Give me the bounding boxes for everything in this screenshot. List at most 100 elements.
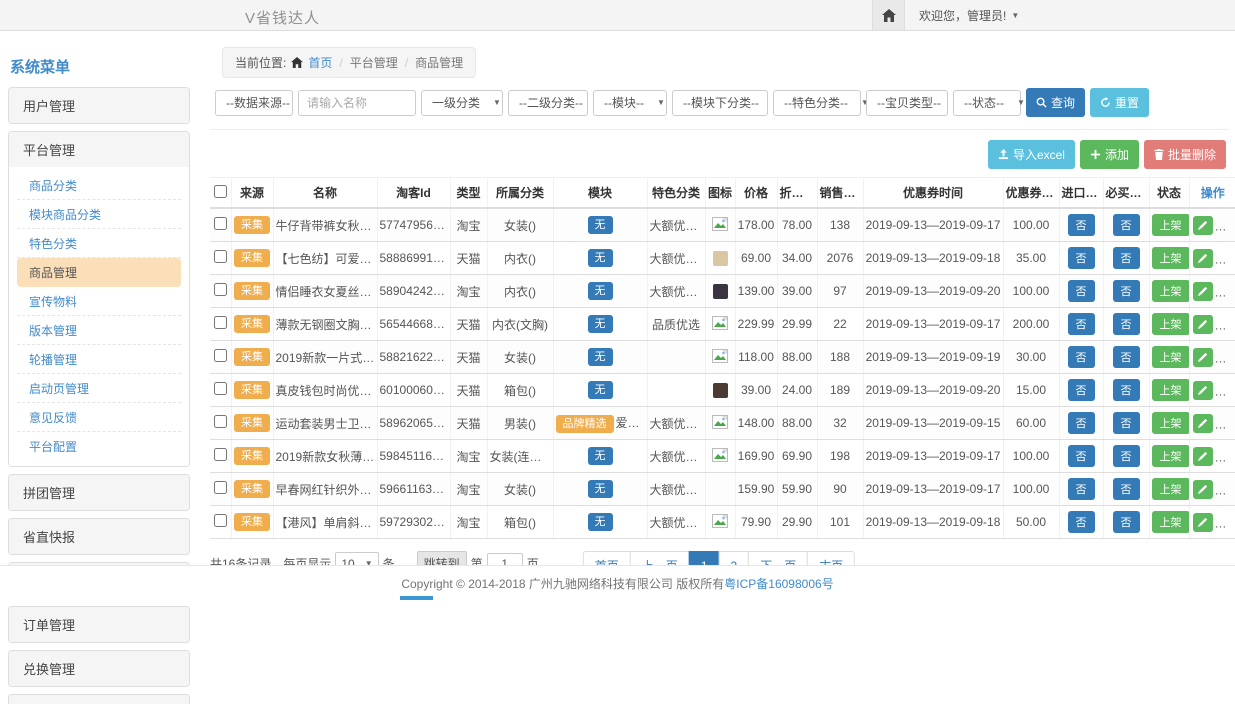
import-toggle-button[interactable]: 否 [1068,445,1095,467]
edit-button[interactable] [1193,216,1213,235]
edit-button[interactable] [1193,381,1213,400]
edit-button[interactable] [1193,480,1213,499]
column-header: 状态 [1149,178,1189,209]
category-cell: 箱包() [487,374,553,407]
edit-button[interactable] [1193,315,1213,334]
must-buy-toggle-button[interactable]: 否 [1113,280,1140,302]
status-select[interactable]: --状态--▼ [953,90,1021,116]
sidebar-section: 兑换管理 [8,650,190,687]
level1-category-select[interactable]: 一级分类▼ [421,90,503,116]
must-buy-toggle-button[interactable]: 否 [1113,247,1140,269]
row-checkbox[interactable] [214,481,227,494]
sidebar-item-0[interactable]: 用户管理 [9,88,189,123]
edit-button[interactable] [1193,348,1213,367]
sidebar-item-1[interactable]: 平台管理 [9,132,189,167]
price-cell: 159.90 [735,473,777,506]
sidebar-item-5[interactable]: 订单管理 [9,607,189,642]
price-cell: 229.99 [735,308,777,341]
taoke-id-cell: 589042420344 [377,275,450,308]
sidebar-item-2[interactable]: 拼团管理 [9,475,189,510]
import-toggle-button[interactable]: 否 [1068,511,1095,533]
sidebar-subitem[interactable]: 轮播管理 [17,345,181,374]
sales-cell: 90 [817,473,863,506]
status-badge[interactable]: 上架 [1152,214,1190,236]
row-checkbox[interactable] [214,349,227,362]
status-badge[interactable]: 上架 [1152,346,1190,368]
edit-button[interactable] [1193,282,1213,301]
import-toggle-button[interactable]: 否 [1068,379,1095,401]
edit-button[interactable] [1193,513,1213,532]
import-toggle-button[interactable]: 否 [1068,280,1095,302]
sidebar-subitem[interactable]: 商品分类 [17,171,181,200]
sidebar-subitem[interactable]: 平台配置 [17,432,181,460]
must-buy-toggle-button[interactable]: 否 [1113,478,1140,500]
row-checkbox[interactable] [214,217,227,230]
status-badge[interactable]: 上架 [1152,247,1190,269]
must-buy-toggle-button[interactable]: 否 [1113,412,1140,434]
status-badge[interactable]: 上架 [1152,511,1190,533]
import-excel-button[interactable]: 导入excel [988,140,1075,169]
row-checkbox[interactable] [214,250,227,263]
sidebar-item-7[interactable]: 统计管理 [9,695,189,704]
row-checkbox[interactable] [214,382,227,395]
sidebar-subitem[interactable]: 商品管理 [17,258,181,287]
home-button[interactable] [872,0,905,30]
sidebar-subitem[interactable]: 宣传物料 [17,287,181,316]
status-badge[interactable]: 上架 [1152,478,1190,500]
status-badge[interactable]: 上架 [1152,313,1190,335]
search-button[interactable]: 查询 [1026,88,1085,117]
import-toggle-button[interactable]: 否 [1068,313,1095,335]
row-checkbox[interactable] [214,514,227,527]
status-badge[interactable]: 上架 [1152,280,1190,302]
row-checkbox[interactable] [214,448,227,461]
sidebar-item-3[interactable]: 省直快报 [9,519,189,554]
icon-cell [705,341,735,374]
batch-delete-button[interactable]: 批量删除 [1144,140,1226,169]
sidebar-item-6[interactable]: 兑换管理 [9,651,189,686]
select-all-checkbox[interactable] [214,185,227,198]
level2-category-select[interactable]: --二级分类--▼ [508,90,588,116]
edit-button[interactable] [1193,249,1213,268]
module-badge: 无 [588,282,613,300]
status-badge[interactable]: 上架 [1152,379,1190,401]
item-type-select[interactable]: --宝贝类型--▼ [866,90,948,116]
main-content: 当前位置: 首页 / 平台管理 / 商品管理 --数据来源--▼一级分类▼--二… [210,38,1228,581]
name-search-input[interactable] [298,90,416,116]
import-toggle-button[interactable]: 否 [1068,247,1095,269]
status-badge[interactable]: 上架 [1152,445,1190,467]
reset-button[interactable]: 重置 [1090,88,1149,117]
module-cell: 无 [553,341,647,374]
must-buy-toggle-button[interactable]: 否 [1113,313,1140,335]
module-subcategory-select[interactable]: --模块下分类--▼ [672,90,768,116]
row-checkbox[interactable] [214,415,227,428]
import-toggle-button[interactable]: 否 [1068,412,1095,434]
add-button[interactable]: 添加 [1080,140,1139,169]
column-header: 折后价 [777,178,817,209]
edit-button[interactable] [1193,447,1213,466]
row-checkbox[interactable] [214,283,227,296]
sidebar-subitem[interactable]: 意见反馈 [17,403,181,432]
import-toggle-button[interactable]: 否 [1068,478,1095,500]
status-cell: 上架 [1149,407,1189,440]
breadcrumb-home-link[interactable]: 首页 [308,54,332,71]
module-select[interactable]: --模块--▼ [593,90,667,116]
sidebar-subitem[interactable]: 模块商品分类 [17,200,181,229]
feature-category-select[interactable]: --特色分类--▼ [773,90,861,116]
must-buy-toggle-button[interactable]: 否 [1113,445,1140,467]
sidebar-subitem[interactable]: 启动页管理 [17,374,181,403]
edit-button[interactable] [1193,414,1213,433]
sidebar-subitem[interactable]: 特色分类 [17,229,181,258]
sidebar-subitem[interactable]: 版本管理 [17,316,181,345]
import-toggle-button[interactable]: 否 [1068,214,1095,236]
must-buy-toggle-button[interactable]: 否 [1113,379,1140,401]
icp-link[interactable]: 粤ICP备16098006号 [724,575,833,592]
row-checkbox[interactable] [214,316,227,329]
status-badge[interactable]: 上架 [1152,412,1190,434]
must-buy-toggle-button[interactable]: 否 [1113,214,1140,236]
must-buy-toggle-button[interactable]: 否 [1113,511,1140,533]
sales-cell: 97 [817,275,863,308]
data-source-select[interactable]: --数据来源--▼ [215,90,293,116]
must-buy-toggle-button[interactable]: 否 [1113,346,1140,368]
import-toggle-button[interactable]: 否 [1068,346,1095,368]
user-menu[interactable]: 欢迎您，管理员! ▼ [905,0,1235,30]
